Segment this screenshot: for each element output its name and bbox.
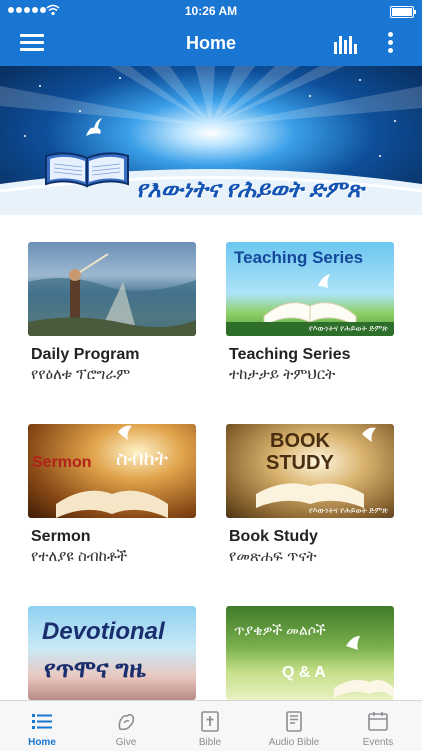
teaching-series-image: Teaching Series የእውነትና የሕይወት ድምጽ (226, 242, 394, 336)
image-amharic-text: የጥሞና ግዜ (44, 656, 146, 683)
status-time: 10:26 AM (184, 4, 238, 18)
hero-banner: የእውነትና የሕይወት ድምጽ (0, 66, 422, 215)
status-bar: 10:26 AM (0, 0, 422, 22)
tab-audio-bible[interactable]: Audio Bible (252, 701, 336, 751)
q-and-a-image: ጥያቄዎች መልሶች Q & A (226, 606, 394, 700)
card-title: Sermon (31, 528, 91, 545)
book-icon (286, 711, 302, 732)
calendar-icon (368, 712, 388, 731)
tab-label: Events (362, 737, 394, 748)
bottom-tab-bar: Home Give Bible Audio Bible Events (0, 700, 422, 751)
banner-title: የእውነትና የሕይወት ድምጽ (136, 176, 364, 202)
tab-give[interactable]: Give (84, 701, 168, 751)
daily-program-image (28, 242, 196, 336)
tab-home[interactable]: Home (0, 701, 84, 751)
page-title: Home (185, 33, 236, 53)
tab-label: Audio Bible (268, 737, 320, 748)
app-bar: Home (0, 22, 422, 66)
equalizer-icon[interactable] (334, 34, 358, 54)
card-title: Book Study (229, 528, 318, 545)
tab-label: Give (115, 737, 137, 748)
bible-image (45, 152, 129, 188)
tab-label: Bible (198, 737, 222, 748)
card-subtitle: የየዕለቱ ፕሮግራም (31, 366, 131, 383)
sermon-image: Sermon ስብከት (28, 424, 196, 518)
image-caption: የእውነትና የሕይወት ድምጽ (226, 322, 394, 336)
image-caption: የእውነትና የሕይወት ድምጽ (308, 506, 388, 515)
book-study-image: BOOK STUDY የእውነትና የሕይወት ድምጽ (226, 424, 394, 518)
tab-events[interactable]: Events (336, 701, 420, 751)
image-title-text: Devotional (42, 618, 165, 645)
battery-icon (390, 6, 416, 18)
tab-label: Home (28, 737, 56, 748)
bible-cross-icon (201, 711, 219, 732)
hand-heart-icon (118, 713, 135, 731)
dove-icon (86, 118, 102, 136)
card-title: Daily Program (31, 346, 140, 363)
card-subtitle: ተከታታይ ትምህርት (229, 366, 336, 383)
card-subtitle: የመጽሐፍ ጥናት (229, 548, 317, 565)
more-options-icon[interactable] (388, 32, 394, 54)
card-subtitle: የተለያዩ ስብከቶች (31, 548, 128, 565)
tab-bible[interactable]: Bible (168, 701, 252, 751)
card-title: Teaching Series (229, 346, 351, 363)
list-icon (32, 714, 52, 729)
devotional-image: Devotional የጥሞና ግዜ (28, 606, 196, 700)
